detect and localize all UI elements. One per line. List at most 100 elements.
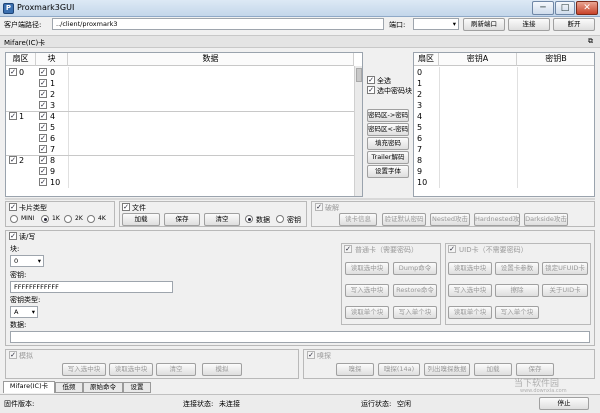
uid-read-single-button[interactable]: 读取单个块	[448, 306, 492, 319]
keya-cell[interactable]	[439, 111, 517, 122]
radio-data[interactable]	[245, 215, 253, 223]
port-select[interactable]: ▾	[413, 18, 459, 30]
table-row[interactable]: ✓ 9	[6, 166, 354, 177]
table-row[interactable]: ✓ 3	[6, 100, 354, 111]
sniff-load-button[interactable]: 加载	[474, 363, 512, 376]
normal-restore-button[interactable]: Restore命令	[393, 284, 437, 297]
file-clear-button[interactable]: 清空	[204, 213, 240, 226]
normal-card-checkbox[interactable]: ✓	[344, 245, 352, 253]
uid-about-button[interactable]: 关于UID卡	[542, 284, 588, 297]
radio-2k[interactable]	[64, 215, 72, 223]
data-to-key-button[interactable]: 密码区<-密码	[367, 123, 409, 136]
normal-read-single-button[interactable]: 读取单个块	[345, 306, 389, 319]
block-checkbox[interactable]: ✓	[39, 145, 47, 153]
sim-simulate-button[interactable]: 模拟	[202, 363, 242, 376]
card-type-checkbox[interactable]: ✓	[9, 203, 17, 211]
list-sniff-data-button[interactable]: 列出嗅探数据	[424, 363, 470, 376]
sim-checkbox[interactable]: ✓	[9, 351, 17, 359]
uid-write-single-button[interactable]: 写入单个块	[495, 306, 539, 319]
select-key-block-checkbox[interactable]: ✓	[367, 86, 375, 94]
crack-checkbox[interactable]: ✓	[315, 203, 323, 211]
data-input[interactable]	[10, 331, 590, 343]
maximize-button[interactable]: □	[555, 1, 575, 15]
keyb-cell[interactable]	[517, 100, 594, 111]
keyb-cell[interactable]	[517, 133, 594, 144]
sniff-checkbox[interactable]: ✓	[307, 351, 315, 359]
keya-cell[interactable]	[439, 67, 517, 78]
file-checkbox[interactable]: ✓	[122, 203, 130, 211]
uid-read-selected-button[interactable]: 读取选中块	[448, 262, 492, 275]
close-button[interactable]: ✕	[576, 1, 598, 15]
hardnested-attack-button[interactable]: Hardnested攻击	[474, 213, 520, 226]
keya-cell[interactable]	[439, 144, 517, 155]
radio-4k[interactable]	[87, 215, 95, 223]
sector-checkbox[interactable]: ✓	[9, 156, 17, 164]
uid-card-checkbox[interactable]: ✓	[448, 245, 456, 253]
float-icon[interactable]: ⧉	[588, 37, 593, 46]
keya-cell[interactable]	[439, 177, 517, 188]
sniff-button[interactable]: 嗅探	[336, 363, 374, 376]
block-checkbox[interactable]: ✓	[39, 79, 47, 87]
keyb-cell[interactable]	[517, 111, 594, 122]
sim-read-selected-button[interactable]: 读取选中块	[109, 363, 153, 376]
radio-key[interactable]	[276, 215, 284, 223]
block-checkbox[interactable]: ✓	[39, 112, 47, 120]
radio-mini[interactable]	[10, 215, 18, 223]
rw-checkbox[interactable]: ✓	[9, 232, 17, 240]
table-row[interactable]: ✓ 0 ✓ 0	[6, 67, 354, 78]
connect-button[interactable]: 连接	[508, 18, 550, 31]
nested-attack-button[interactable]: Nested攻击	[430, 213, 470, 226]
block-checkbox[interactable]: ✓	[39, 156, 47, 164]
normal-write-selected-button[interactable]: 写入选中块	[345, 284, 389, 297]
keyb-cell[interactable]	[517, 122, 594, 133]
data-cell[interactable]	[68, 177, 354, 188]
data-table[interactable]: 扇区 块 数据 ✓ 0 ✓ 0 ✓ 1 ✓ 2 ✓ 3 ✓ 1 ✓ 4 ✓ 5 ✓ 6 ✓ 7 ✓ 2 ✓ 8 ✓ 9 ✓ 10	[5, 52, 363, 197]
set-font-button[interactable]: 设置字体	[367, 165, 409, 178]
table-row[interactable]: ✓ 1 ✓ 4	[6, 111, 354, 122]
keya-cell[interactable]	[439, 155, 517, 166]
tab-raw[interactable]: 原始命令	[83, 382, 123, 393]
key-table-row[interactable]: 10	[414, 177, 594, 188]
data-cell[interactable]	[68, 67, 354, 78]
keya-cell[interactable]	[439, 122, 517, 133]
uid-wipe-button[interactable]: 擦除	[495, 284, 539, 297]
block-spinbox[interactable]: 0 ▾	[10, 255, 44, 267]
block-checkbox[interactable]: ✓	[39, 101, 47, 109]
check-default-key-button[interactable]: 验证默认密码	[382, 213, 426, 226]
key-table-row[interactable]: 1	[414, 78, 594, 89]
refresh-port-button[interactable]: 刷新端口	[463, 18, 505, 31]
uid-lock-button[interactable]: 锁定UFUID卡	[542, 262, 588, 275]
trailer-decode-button[interactable]: Trailer解码	[367, 151, 409, 164]
key-table-row[interactable]: 8	[414, 155, 594, 166]
key-table-row[interactable]: 0	[414, 67, 594, 78]
keyb-cell[interactable]	[517, 89, 594, 100]
tab-lf[interactable]: 低频	[55, 382, 83, 393]
data-cell[interactable]	[68, 122, 354, 133]
sector-checkbox[interactable]: ✓	[9, 112, 17, 120]
data-cell[interactable]	[68, 155, 354, 166]
table-row[interactable]: ✓ 7	[6, 144, 354, 155]
splitter[interactable]	[5, 198, 595, 200]
key-table-row[interactable]: 3	[414, 100, 594, 111]
keyb-cell[interactable]	[517, 155, 594, 166]
tab-settings[interactable]: 设置	[123, 382, 151, 393]
key-table-row[interactable]: 5	[414, 122, 594, 133]
table-row[interactable]: ✓ 6	[6, 133, 354, 144]
keya-cell[interactable]	[439, 78, 517, 89]
normal-write-single-button[interactable]: 写入单个块	[393, 306, 437, 319]
key-table-row[interactable]: 7	[414, 144, 594, 155]
data-cell[interactable]	[68, 166, 354, 177]
sector-checkbox[interactable]: ✓	[9, 68, 17, 76]
block-checkbox[interactable]: ✓	[39, 167, 47, 175]
normal-read-selected-button[interactable]: 读取选中块	[345, 262, 389, 275]
normal-dump-button[interactable]: Dump命令	[393, 262, 437, 275]
keya-cell[interactable]	[439, 100, 517, 111]
uid-write-selected-button[interactable]: 写入选中块	[448, 284, 492, 297]
keyb-cell[interactable]	[517, 177, 594, 188]
keyb-cell[interactable]	[517, 166, 594, 177]
data-cell[interactable]	[68, 100, 354, 111]
block-checkbox[interactable]: ✓	[39, 123, 47, 131]
data-scrollbar[interactable]	[354, 66, 362, 196]
table-row[interactable]: ✓ 2	[6, 89, 354, 100]
keya-cell[interactable]	[439, 166, 517, 177]
